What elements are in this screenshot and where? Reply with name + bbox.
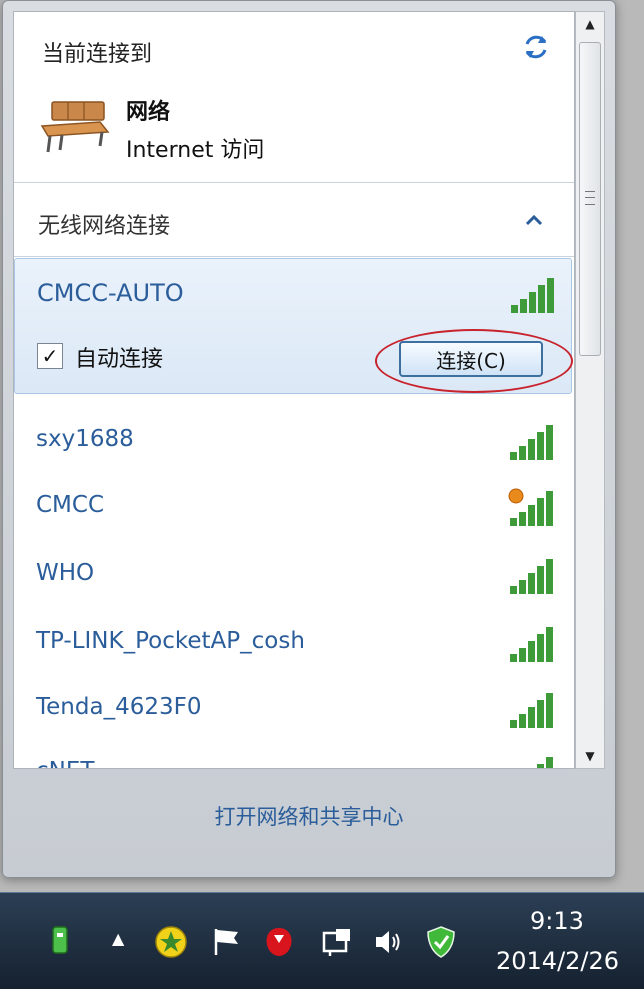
- network-ssid: CMCC: [36, 492, 105, 518]
- scrollbar-thumb[interactable]: [579, 42, 601, 356]
- list-scrollbar[interactable]: ▲ ▼: [575, 11, 605, 769]
- signal-strength-icon: [510, 627, 553, 662]
- usb-device-icon[interactable]: [48, 925, 72, 957]
- current-network-name: 网络: [126, 100, 171, 125]
- network-item[interactable]: sxy1688: [14, 410, 570, 476]
- refresh-icon[interactable]: [519, 30, 553, 64]
- network-bench-icon: [40, 101, 110, 153]
- signal-strength-icon: [510, 425, 553, 460]
- current-connection-title: 当前连接到: [42, 42, 153, 67]
- signal-strength-icon: [511, 278, 554, 313]
- signal-strength-open-icon: [508, 488, 553, 526]
- red-app-icon[interactable]: [262, 925, 296, 959]
- show-hidden-icons-icon[interactable]: ▲: [112, 929, 124, 948]
- clock-time[interactable]: 9:13: [530, 907, 584, 935]
- wireless-section-title[interactable]: 无线网络连接: [38, 208, 170, 240]
- network-item[interactable]: TP-LINK_PocketAP_cosh: [14, 612, 570, 678]
- network-flyout: 当前连接到 网络 Internet 访问 无线网络连接 CMCC-AUTO ✓ …: [2, 0, 616, 878]
- taskbar: ▲ 9:13 2014/2/26: [0, 892, 644, 989]
- section-divider: [14, 256, 574, 257]
- action-center-flag-icon[interactable]: [210, 925, 244, 959]
- network-item[interactable]: Tenda_4623F0: [14, 678, 570, 744]
- network-item[interactable]: CMCC: [14, 476, 570, 542]
- network-item[interactable]: cNET: [14, 742, 570, 768]
- grip-icon: [585, 191, 595, 205]
- network-ssid: cNET: [36, 758, 94, 768]
- section-divider: [14, 182, 574, 183]
- chevron-up-icon[interactable]: [522, 208, 546, 232]
- network-ssid: CMCC-AUTO: [37, 279, 184, 307]
- signal-strength-icon: [510, 559, 553, 594]
- selected-network-item[interactable]: CMCC-AUTO ✓ 自动连接 连接(C): [14, 258, 573, 394]
- shield-icon[interactable]: [424, 925, 458, 959]
- network-ssid: TP-LINK_PocketAP_cosh: [36, 628, 305, 654]
- network-ssid: sxy1688: [36, 426, 134, 452]
- scroll-down-arrow-icon[interactable]: ▼: [576, 744, 604, 768]
- current-network-access: Internet 访问: [126, 138, 265, 163]
- current-connection-section: 当前连接到 网络 Internet 访问: [14, 12, 574, 182]
- network-list-panel: 当前连接到 网络 Internet 访问 无线网络连接 CMCC-AUTO ✓ …: [13, 11, 575, 769]
- network-ssid: WHO: [36, 560, 95, 586]
- auto-connect-label[interactable]: 自动连接: [75, 341, 163, 373]
- auto-connect-checkbox[interactable]: ✓: [37, 343, 63, 369]
- security-app-icon[interactable]: [154, 925, 188, 959]
- signal-strength-icon: [510, 693, 553, 728]
- network-ssid: Tenda_4623F0: [36, 694, 202, 720]
- scroll-up-arrow-icon[interactable]: ▲: [576, 12, 604, 36]
- clock-date[interactable]: 2014/2/26: [496, 947, 619, 975]
- connect-button[interactable]: 连接(C): [399, 341, 543, 377]
- volume-icon[interactable]: [372, 925, 406, 959]
- network-item[interactable]: WHO: [14, 544, 570, 610]
- open-network-center-link[interactable]: 打开网络和共享中心: [13, 769, 605, 865]
- signal-strength-icon: [537, 757, 553, 768]
- network-tray-icon[interactable]: [320, 925, 354, 959]
